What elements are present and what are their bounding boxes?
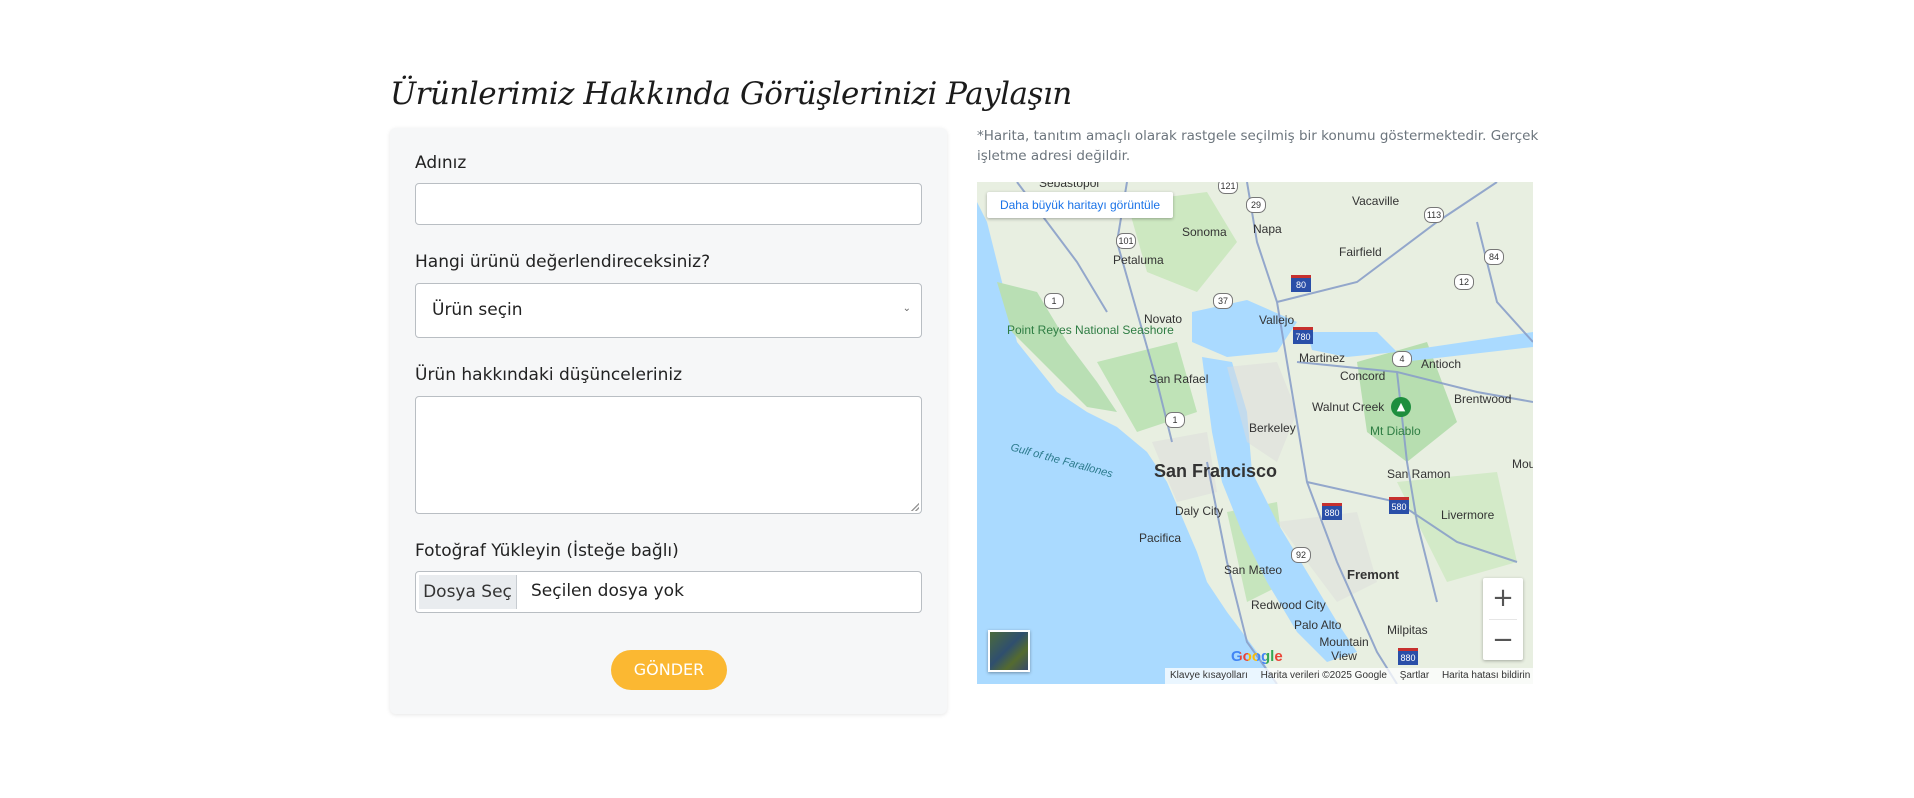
map-embed[interactable]: Sebastopol Vacaville Sonoma Napa Fairfie… bbox=[977, 182, 1533, 684]
map-place-pacifica: Pacifica bbox=[1139, 531, 1182, 545]
map-attribution: Klavye kısayolları Harita verileri ©2025… bbox=[1165, 668, 1533, 684]
photo-file-input[interactable]: Dosya Seç Seçilen dosya yok bbox=[415, 571, 922, 613]
view-larger-map-link[interactable]: Daha büyük haritayı görüntüle bbox=[987, 192, 1173, 218]
map-place-san-ramon: San Ramon bbox=[1387, 467, 1451, 481]
name-input[interactable] bbox=[415, 183, 922, 225]
map-disclaimer: *Harita, tanıtım amaçlı olarak rastgele … bbox=[977, 128, 1539, 164]
map-place-redwood-city: Redwood City bbox=[1251, 598, 1326, 612]
map-place-point-reyes: Point Reyes National Seashore bbox=[1007, 324, 1174, 337]
route-shield: 84 bbox=[1484, 249, 1504, 265]
map-place-napa: Napa bbox=[1253, 222, 1282, 236]
interstate-shield: 880 bbox=[1398, 648, 1418, 665]
map-place-vallejo: Vallejo bbox=[1259, 313, 1295, 327]
report-error-link[interactable]: Harita hatası bildirin bbox=[1442, 670, 1530, 681]
route-shield: 121 bbox=[1218, 182, 1238, 194]
keyboard-shortcuts-link[interactable]: Klavye kısayolları bbox=[1170, 670, 1248, 681]
map-place-mountain-view: Mountain View bbox=[1319, 635, 1369, 663]
map-place-san-mateo: San Mateo bbox=[1224, 563, 1283, 577]
map-place-fremont: Fremont bbox=[1347, 567, 1399, 582]
satellite-toggle-button[interactable] bbox=[988, 630, 1030, 672]
product-select-value: Ürün seçin bbox=[432, 300, 523, 320]
route-shield: 37 bbox=[1213, 293, 1233, 309]
zoom-out-button[interactable]: − bbox=[1483, 620, 1523, 660]
mountain-pin-icon[interactable]: ▲ bbox=[1391, 397, 1411, 417]
thoughts-label: Ürün hakkındaki düşünceleriniz bbox=[415, 365, 683, 385]
photo-label: Fotoğraf Yükleyin (İsteğe bağlı) bbox=[415, 541, 679, 561]
route-shield: 4 bbox=[1392, 351, 1412, 367]
route-shield: 101 bbox=[1116, 233, 1136, 249]
thoughts-textarea[interactable] bbox=[415, 396, 922, 514]
feedback-form: Adınız Hangi ürünü değerlendireceksiniz?… bbox=[390, 128, 947, 714]
zoom-in-button[interactable]: + bbox=[1483, 578, 1523, 618]
map-place-berkeley: Berkeley bbox=[1249, 421, 1296, 435]
submit-button[interactable]: GÖNDER bbox=[611, 650, 727, 690]
google-logo-text: Google bbox=[1231, 648, 1283, 665]
route-shield: 113 bbox=[1424, 207, 1444, 223]
map-place-fairfield: Fairfield bbox=[1339, 245, 1382, 259]
map-place-brentwood: Brentwood bbox=[1454, 392, 1512, 406]
map-place-livermore: Livermore bbox=[1441, 508, 1495, 522]
product-label: Hangi ürünü değerlendireceksiniz? bbox=[415, 252, 711, 272]
name-label: Adınız bbox=[415, 153, 467, 173]
map-place-concord: Concord bbox=[1340, 369, 1386, 383]
map-data-credit: Harita verileri ©2025 Google bbox=[1260, 670, 1387, 681]
map-place-vacaville: Vacaville bbox=[1352, 194, 1400, 208]
map-place-sonoma: Sonoma bbox=[1182, 225, 1227, 239]
map-place-mou: Mou bbox=[1512, 457, 1533, 471]
map-place-san-francisco: San Francisco bbox=[1154, 461, 1278, 481]
map-place-martinez: Martinez bbox=[1299, 351, 1346, 365]
map-place-palo-alto: Palo Alto bbox=[1294, 618, 1342, 632]
route-shield: 1 bbox=[1044, 293, 1064, 309]
interstate-shield: 880 bbox=[1322, 503, 1342, 520]
map-place-daly-city: Daly City bbox=[1175, 504, 1224, 518]
route-shield: 12 bbox=[1454, 274, 1474, 290]
map-place-walnut-creek: Walnut Creek bbox=[1312, 400, 1385, 414]
interstate-shield: 580 bbox=[1389, 497, 1409, 514]
map-place-petaluma: Petaluma bbox=[1113, 253, 1164, 267]
route-shield: 1 bbox=[1165, 412, 1185, 428]
page-title: Ürünlerimiz Hakkında Görüşlerinizi Payla… bbox=[390, 76, 1072, 112]
file-status: Seçilen dosya yok bbox=[531, 581, 684, 601]
map-place-mt-diablo: Mt Diablo bbox=[1370, 424, 1421, 438]
map-place-antioch: Antioch bbox=[1421, 357, 1462, 371]
interstate-shield: 80 bbox=[1291, 275, 1311, 292]
choose-file-button[interactable]: Dosya Seç bbox=[419, 575, 517, 609]
map-place-san-rafael: San Rafael bbox=[1149, 372, 1209, 386]
map-place-milpitas: Milpitas bbox=[1387, 623, 1428, 637]
route-shield: 29 bbox=[1246, 197, 1266, 213]
route-shield: 92 bbox=[1291, 547, 1311, 563]
google-logo: Google bbox=[1231, 648, 1283, 665]
interstate-shield: 780 bbox=[1293, 327, 1313, 344]
map-place-sebastopol: Sebastopol bbox=[1039, 182, 1100, 190]
resize-handle-icon[interactable] bbox=[911, 503, 919, 511]
product-select[interactable]: Ürün seçin ⌄ bbox=[415, 283, 922, 338]
zoom-controls: + − bbox=[1483, 578, 1523, 660]
terms-link[interactable]: Şartlar bbox=[1400, 670, 1429, 681]
chevron-down-icon: ⌄ bbox=[902, 303, 911, 314]
